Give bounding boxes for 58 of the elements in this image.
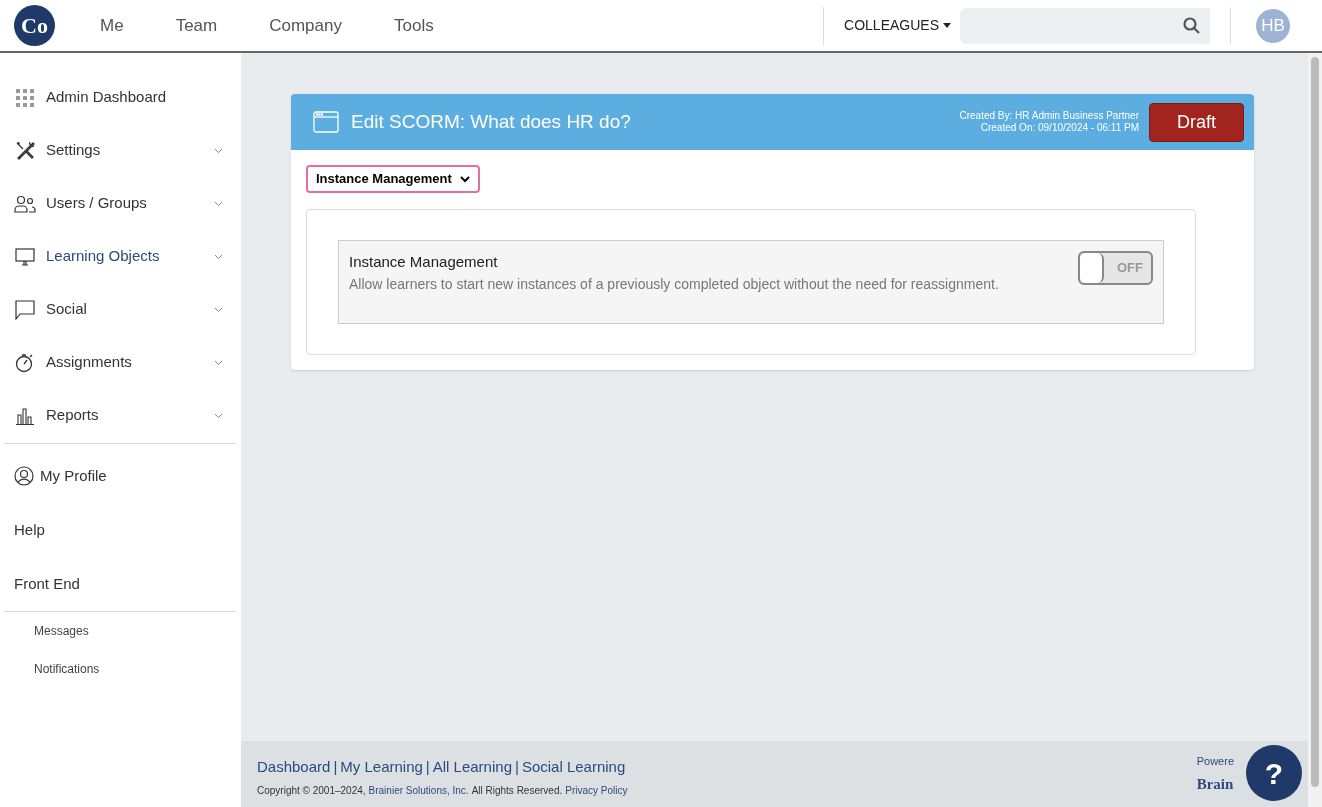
chevron-down-icon [214,306,223,313]
sidebar-item[interactable]: Front End [0,557,241,611]
nav-link[interactable]: Company [269,12,342,39]
footer-link[interactable]: All Learning [432,755,512,779]
chevron-down-icon [214,253,223,260]
footer-link[interactable]: My Learning [340,755,423,779]
copyright-text: Copyright © 2001–2024, [257,784,366,799]
search-icon[interactable] [1183,17,1200,34]
sidebar-item[interactable]: Help [0,503,241,557]
sidebar-item[interactable]: Settings [0,124,241,177]
logo[interactable]: Co [14,5,55,46]
nav-link[interactable]: Tools [393,12,434,39]
search-scope-dropdown[interactable]: COLLEAGUES [844,15,951,36]
speech-bubble-icon [15,299,35,320]
sidebar-link[interactable]: Messages [34,622,89,640]
powered-by-text: Powere [1196,753,1234,769]
status-button[interactable]: Draft [1149,102,1244,142]
section-select[interactable]: Instance Management [306,165,480,193]
sidebar-item[interactable]: Admin Dashboard [0,71,241,124]
chevron-down-icon [214,412,223,419]
footer-link[interactable]: Dashboard [257,755,331,779]
sidebar-item[interactable]: Assignments [0,336,241,389]
user-circle-icon [14,466,34,486]
rights-text: All Rights Reserved. [471,784,563,799]
setting-title: Instance Management [349,252,499,272]
users-icon [14,194,36,213]
created-on-text: Created On: 09/10/2024 - 06:11 PM [980,122,1139,134]
nav-link[interactable]: Me [100,12,124,39]
caret-icon [943,23,951,28]
sidebar-item[interactable]: Reports [0,389,241,442]
chevron-down-icon [214,147,223,154]
panel-title: Edit SCORM: What does HR do? [351,109,632,134]
grid-icon [16,88,34,107]
sidebar-item[interactable]: Learning Objects [0,230,241,283]
separator-text: | [333,756,338,777]
chevron-down-icon [459,175,470,183]
stopwatch-icon [15,352,35,373]
tools-icon [15,140,35,161]
browser-window-icon [313,111,339,133]
vendor-link[interactable]: Brainier Solutions, Inc. [368,783,469,799]
sidebar-item[interactable]: Social [0,283,241,336]
setting-description: Allow learners to start new instances of a previously completed object without the need for reassignment. [349,274,1000,294]
separator-text: | [425,756,430,777]
chevron-down-icon [214,200,223,207]
sidebar-item[interactable]: Users / Groups [0,177,241,230]
monitor-icon [15,247,35,266]
sidebar-link[interactable]: Notifications [34,660,100,678]
brand-logo-text: Brain [1196,775,1234,794]
search-field[interactable] [960,7,1210,44]
privacy-policy-link[interactable]: Privacy Policy [565,783,628,799]
chevron-down-icon [214,359,223,366]
sidebar-item[interactable]: My Profile [0,449,241,503]
scrollbar-thumb[interactable] [1311,57,1319,787]
created-by-text: Created By: HR Admin Business Partner [959,110,1139,122]
footer-link[interactable]: Social Learning [521,755,626,779]
separator-text: | [514,756,519,777]
bar-chart-icon [16,406,34,425]
nav-link[interactable]: Team [175,12,218,39]
